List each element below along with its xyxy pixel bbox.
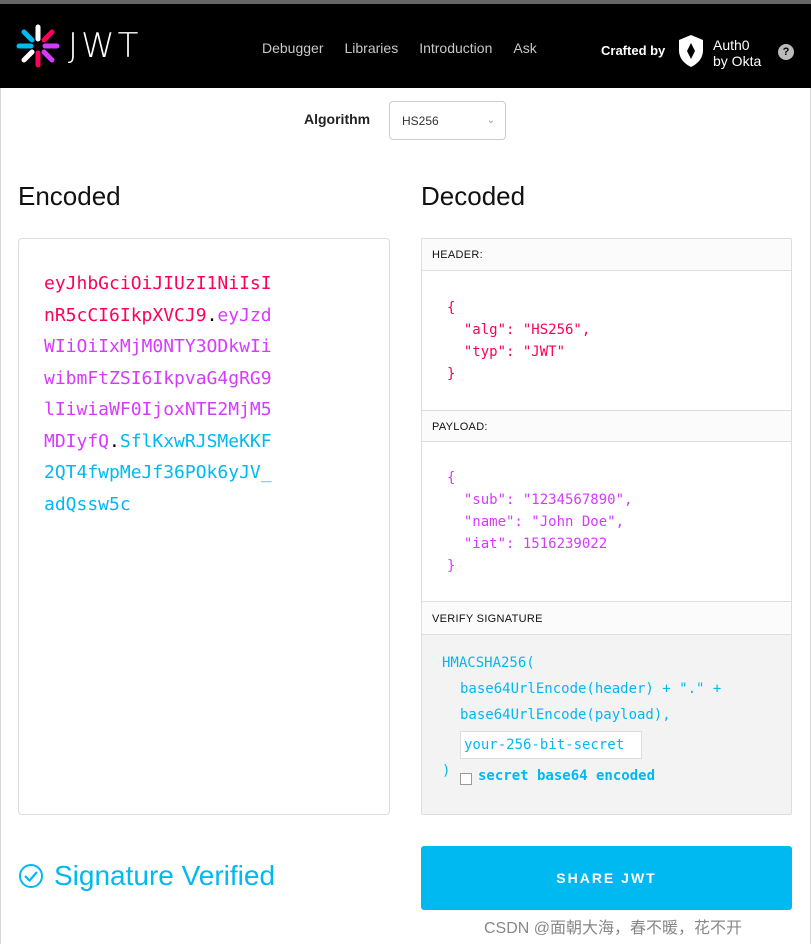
watermark-text: CSDN @面朝大海，春不暖，花不开 [484, 920, 743, 937]
algorithm-value: HS256 [402, 114, 439, 128]
jwt-logo[interactable]: JWT [16, 24, 141, 68]
crafted-by-label: Crafted by [601, 43, 666, 58]
payload-section-label: PAYLOAD: [422, 410, 791, 442]
token-line: lIiwiaWF0IjoxNTE2MjM5 [44, 399, 272, 420]
algorithm-label: Algorithm [304, 111, 371, 127]
encoded-token-editor[interactable]: eyJhbGciOiJIUzI1NiIsI nR5cCI6IkpXVCJ9.ey… [18, 238, 390, 815]
sig-payload-arg: base64UrlEncode(payload), [460, 707, 671, 723]
sig-function: HMACSHA256( [442, 655, 535, 671]
token-line: nR5cCI6IkpXVCJ9.eyJzd [44, 300, 344, 332]
token-dot: . [109, 430, 120, 452]
verify-section-label: VERIFY SIGNATURE [422, 601, 791, 635]
auth0-brand[interactable]: Auth0 by Okta [713, 37, 761, 69]
encoded-title: Encoded [18, 181, 121, 211]
sig-close-paren: ) [442, 763, 451, 779]
check-circle-icon [19, 864, 43, 888]
token-line: eyJhbGciOiJIUzI1NiIsI [44, 273, 272, 294]
auth0-shield-icon[interactable] [677, 34, 705, 68]
base64-label[interactable]: secret base64 encoded [478, 768, 655, 784]
secret-input[interactable] [460, 731, 642, 759]
token-header-part: nR5cCI6IkpXVCJ9 [44, 304, 207, 326]
logo-text: JWT [68, 26, 142, 66]
nav-libraries[interactable]: Libraries [345, 40, 399, 56]
decoded-title: Decoded [421, 181, 526, 211]
help-icon[interactable]: ? [778, 44, 794, 60]
header-section-label: HEADER: [422, 239, 791, 271]
payload-json-editor[interactable]: { "sub": "1234567890", "name": "John Doe… [447, 467, 632, 577]
algorithm-select[interactable]: HS256 ⌄ [389, 101, 506, 140]
chevron-down-icon: ⌄ [486, 115, 495, 126]
sig-header-arg: base64UrlEncode(header) + "." + [460, 681, 722, 697]
nav-introduction[interactable]: Introduction [419, 40, 492, 56]
share-jwt-button[interactable]: SHARE JWT [421, 846, 792, 910]
top-navbar: JWT Debugger Libraries Introduction Ask … [0, 0, 811, 88]
token-dot: . [206, 304, 218, 326]
token-payload-part: MDIyfQ [44, 430, 110, 452]
token-line: MDIyfQ.SflKxwRJSMeKKF [44, 426, 344, 458]
header-json-editor[interactable]: { "alg": "HS256", "typ": "JWT" } [447, 297, 590, 385]
token-line: 2QT4fwpMeJf36POk6yJV_ [44, 462, 272, 483]
signature-verified-text: Signature Verified [54, 860, 276, 891]
auth0-line1: Auth0 [713, 37, 750, 53]
token-payload-part: eyJzd [217, 304, 272, 326]
base64-checkbox[interactable] [460, 773, 472, 785]
token-signature-part: SflKxwRJSMeKKF [119, 430, 272, 452]
auth0-line2: by Okta [713, 53, 762, 69]
jwt-logo-icon [16, 24, 60, 68]
nav-ask[interactable]: Ask [513, 40, 536, 56]
encoded-token: eyJhbGciOiJIUzI1NiIsI nR5cCI6IkpXVCJ9.ey… [44, 268, 344, 520]
main-nav: Debugger Libraries Introduction Ask [262, 40, 558, 56]
signature-area: HMACSHA256( base64UrlEncode(header) + ".… [422, 635, 791, 814]
token-line: adQssw5c [44, 493, 131, 515]
nav-debugger[interactable]: Debugger [262, 40, 324, 56]
signature-status: Signature Verified [18, 860, 275, 892]
token-line: WIiOiIxMjM0NTY3ODkwIi [44, 336, 272, 357]
token-line: wibmFtZSI6IkpvaG4gRG9 [44, 367, 272, 389]
decoded-panel: HEADER: { "alg": "HS256", "typ": "JWT" }… [421, 238, 792, 815]
